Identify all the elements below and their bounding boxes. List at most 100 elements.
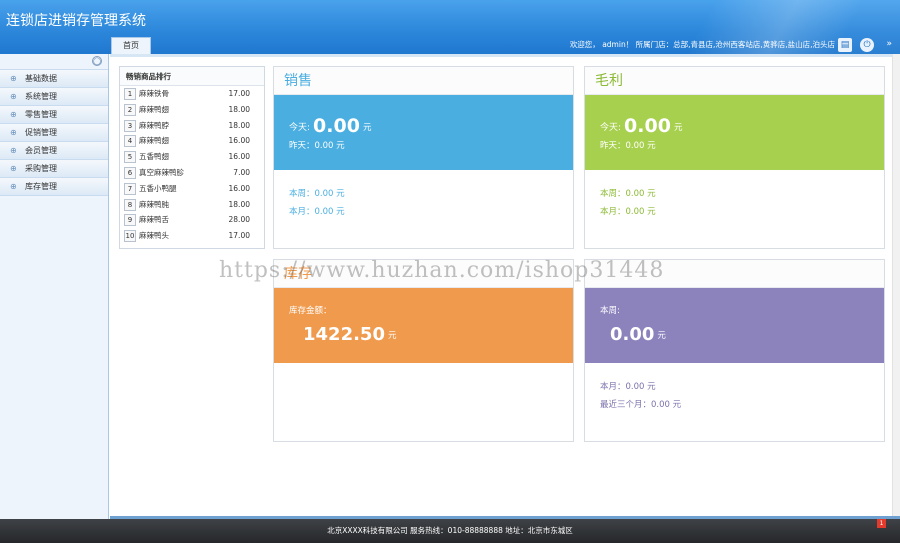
rank-number: 9 — [124, 214, 136, 227]
product-value: 17.00 — [228, 231, 250, 241]
ranking-row: 2 麻辣鸭翅 18.00 — [120, 102, 264, 118]
inventory-band: 库存金额： 1422.50 元 — [274, 288, 573, 363]
sidebar-toggle[interactable]: ◯ — [0, 54, 108, 70]
sidebar: ◯ ⊕ 基础数据 ⊕ 系统管理 ⊕ 零售管理 ⊕ 促销管理 ⊕ 会员管理 ⊕ 采购管理 ⊕ 库… — [0, 54, 109, 519]
product-value: 16.00 — [228, 136, 250, 146]
sidebar-item-label: 系统管理 — [25, 92, 57, 101]
purchase-month: 本月：0.00 元 — [600, 382, 656, 392]
product-value: 18.00 — [228, 199, 250, 209]
rank-number: 10 — [124, 230, 136, 243]
product-name: 麻辣铁骨 — [139, 89, 169, 98]
collapse-up-icon[interactable]: » — [886, 39, 892, 49]
purchase-week-label: 本周: — [600, 306, 620, 316]
profit-today-value: 0.00 — [624, 115, 671, 137]
ranking-title: 畅销商品排行 — [120, 67, 264, 86]
content-scrollbar[interactable] — [892, 54, 900, 519]
product-value: 16.00 — [228, 152, 250, 162]
sales-today-label: 今天: — [289, 123, 311, 133]
rank-number: 6 — [124, 166, 136, 179]
menu-arrow-icon: ⊕ — [10, 92, 17, 101]
purchase-three-months: 最近三个月：0.00 元 — [600, 400, 682, 410]
inventory-unit: 元 — [387, 331, 397, 341]
product-name: 麻辣鸭翅 — [139, 136, 169, 146]
product-value: 17.00 — [228, 89, 250, 98]
rank-number: 8 — [124, 198, 136, 211]
ranking-row: 5 五香鸭翅 16.00 — [120, 149, 264, 165]
ranking-row: 6 真空麻辣鸭胗 7.00 — [120, 165, 264, 181]
app-header: 连锁店进销存管理系统 首页 欢迎您， admin！ 所属门店：总部,青县店,沧州… — [0, 0, 900, 54]
ranking-row: 3 麻辣鸭脖 18.00 — [120, 118, 264, 134]
sidebar-item-label: 会员管理 — [25, 146, 57, 155]
product-name: 五香鸭翅 — [139, 152, 169, 162]
menu-arrow-icon: ⊕ — [10, 146, 17, 155]
sidebar-item-label: 库存管理 — [25, 182, 57, 191]
inventory-amount-label: 库存金额： — [289, 306, 332, 316]
menu-arrow-icon: ⊕ — [10, 182, 17, 191]
inventory-amount-value: 1422.50 — [303, 324, 385, 345]
user-info: 欢迎您， admin！ 所属门店：总部,青县店,沧州西客站店,黄骅店,盐山店,泊… — [569, 40, 835, 49]
purchase-card: 本周: 0.00 元 本月：0.00 元 最近三个月：0.00 元 — [584, 259, 885, 442]
product-name: 五香小鸭腿 — [139, 183, 177, 193]
product-value: 16.00 — [228, 183, 250, 193]
ranking-row: 8 麻辣鸭肫 18.00 — [120, 197, 264, 213]
sidebar-item-retail[interactable]: ⊕ 零售管理 — [0, 106, 108, 124]
profit-today-label: 今天: — [600, 123, 622, 133]
product-value: 7.00 — [233, 167, 250, 177]
ranking-row: 7 五香小鸭腿 16.00 — [120, 181, 264, 197]
menu-arrow-icon: ⊕ — [10, 128, 17, 137]
product-name: 真空麻辣鸭胗 — [139, 167, 184, 177]
sidebar-item-basic-data[interactable]: ⊕ 基础数据 — [0, 70, 108, 88]
sidebar-item-promotion[interactable]: ⊕ 促销管理 — [0, 124, 108, 142]
product-name: 麻辣鸭肫 — [139, 199, 169, 209]
footer: 北京XXXX科技有限公司 服务热线：010-88888888 地址：北京市东城区 — [0, 519, 900, 543]
profit-card: 毛利 今天: 0.00 元 昨天：0.00 元 本周：0.00 元 本月：0.00 … — [584, 66, 885, 249]
profit-month: 本月：0.00 元 — [600, 207, 656, 217]
notification-badge[interactable]: 1 — [877, 519, 886, 528]
sales-yesterday: 昨天：0.00 元 — [289, 141, 345, 151]
rank-number: 2 — [124, 103, 136, 116]
product-value: 18.00 — [228, 104, 250, 114]
sales-month: 本月：0.00 元 — [289, 207, 345, 217]
sales-today-unit: 元 — [362, 123, 372, 133]
menu-arrow-icon: ⊕ — [10, 164, 17, 173]
product-name: 麻辣鸭脖 — [139, 120, 169, 130]
sidebar-item-inventory[interactable]: ⊕ 库存管理 — [0, 178, 108, 196]
ranking-row: 10 麻辣鸭头 17.00 — [120, 228, 264, 244]
sidebar-item-label: 零售管理 — [25, 110, 57, 119]
power-icon[interactable]: ⏻ — [860, 38, 874, 52]
bestseller-ranking-panel: 畅销商品排行 1 麻辣铁骨 17.00 2 麻辣鸭翅 18.00 3 麻辣鸭脖 18.00 … — [119, 66, 265, 249]
ranking-row: 4 麻辣鸭翅 16.00 — [120, 133, 264, 149]
sidebar-item-purchase[interactable]: ⊕ 采购管理 — [0, 160, 108, 178]
sales-week: 本周：0.00 元 — [289, 189, 345, 199]
profit-card-title: 毛利 — [585, 67, 884, 95]
watermark-text: https://www.huzhan.com/ishop31448 — [219, 258, 665, 283]
sales-band: 今天: 0.00 元 昨天：0.00 元 — [274, 95, 573, 170]
product-name: 麻辣鸭翅 — [139, 104, 169, 114]
product-value: 28.00 — [228, 215, 250, 225]
sidebar-item-system[interactable]: ⊕ 系统管理 — [0, 88, 108, 106]
inventory-card: 库存 库存金额： 1422.50 元 — [273, 259, 574, 442]
rank-number: 4 — [124, 135, 136, 148]
menu-arrow-icon: ⊕ — [10, 74, 17, 83]
purchase-band: 本周: 0.00 元 — [585, 288, 884, 363]
product-name: 麻辣鸭舌 — [139, 215, 169, 225]
ranking-row: 9 麻辣鸭舌 28.00 — [120, 212, 264, 228]
sales-today-value: 0.00 — [313, 115, 360, 137]
rank-number: 3 — [124, 119, 136, 132]
profit-week: 本周：0.00 元 — [600, 189, 656, 199]
sidebar-item-label: 基础数据 — [25, 74, 57, 83]
rank-number: 1 — [124, 88, 136, 100]
profit-today-unit: 元 — [673, 123, 683, 133]
profit-yesterday: 昨天：0.00 元 — [600, 141, 656, 151]
product-value: 18.00 — [228, 120, 250, 130]
product-name: 麻辣鸭头 — [139, 231, 169, 241]
clipboard-icon[interactable]: ▤ — [838, 38, 852, 52]
sidebar-item-member[interactable]: ⊕ 会员管理 — [0, 142, 108, 160]
sidebar-toggle-icon[interactable]: ◯ — [92, 56, 102, 66]
app-title: 连锁店进销存管理系统 — [6, 13, 146, 29]
menu-arrow-icon: ⊕ — [10, 110, 17, 119]
sales-card: 销售 今天: 0.00 元 昨天：0.00 元 本周：0.00 元 本月：0.00 … — [273, 66, 574, 249]
tab-home[interactable]: 首页 — [111, 37, 151, 54]
rank-number: 7 — [124, 182, 136, 195]
sidebar-item-label: 促销管理 — [25, 128, 57, 137]
